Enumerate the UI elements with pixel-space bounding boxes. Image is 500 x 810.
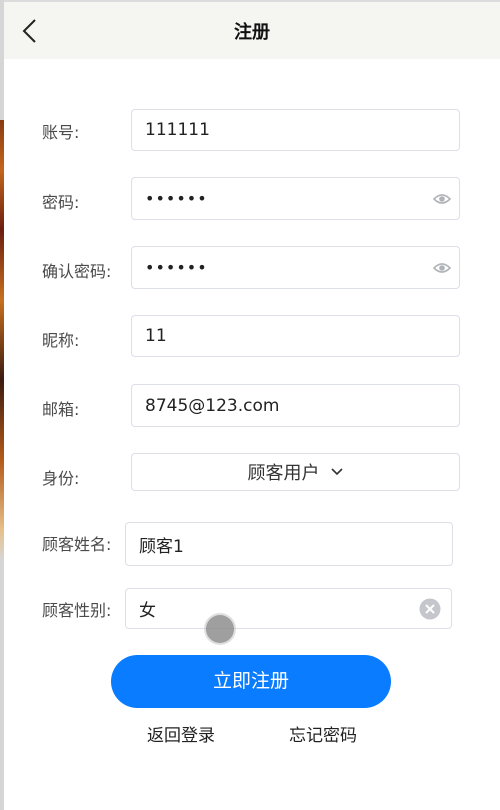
nav-bar: 注册 bbox=[4, 2, 500, 59]
account-field[interactable]: 111111 bbox=[131, 109, 460, 151]
password-field[interactable]: •••••• bbox=[131, 177, 460, 220]
forgot-password-link[interactable]: 忘记密码 bbox=[289, 721, 357, 746]
customer-name-label: 顾客姓名: bbox=[42, 535, 112, 554]
account-label: 账号: bbox=[42, 123, 80, 142]
nickname-field[interactable]: 11 bbox=[131, 315, 460, 357]
background-image-strip bbox=[0, 0, 4, 810]
clear-icon[interactable] bbox=[419, 598, 441, 620]
register-button[interactable]: 立即注册 bbox=[111, 655, 391, 708]
email-label: 邮箱: bbox=[42, 400, 80, 419]
touch-indicator bbox=[206, 615, 234, 643]
customer-name-field[interactable]: 顾客1 bbox=[125, 522, 453, 566]
role-value: 顾客用户 bbox=[247, 463, 320, 484]
chevron-down-icon bbox=[330, 468, 343, 476]
nickname-value: 11 bbox=[145, 326, 167, 346]
confirm-password-label: 确认密码: bbox=[42, 262, 112, 281]
password-label: 密码: bbox=[42, 193, 80, 212]
page-title: 注册 bbox=[234, 22, 270, 43]
confirm-password-field[interactable]: •••••• bbox=[131, 246, 460, 289]
eye-icon[interactable] bbox=[433, 191, 451, 207]
role-select[interactable]: 顾客用户 bbox=[131, 453, 460, 491]
password-value: •••••• bbox=[145, 189, 208, 208]
nickname-label: 昵称: bbox=[42, 331, 80, 350]
confirm-password-value: •••••• bbox=[145, 258, 208, 277]
email-field[interactable]: 8745@123.com bbox=[131, 384, 460, 427]
account-value: 111111 bbox=[145, 120, 210, 140]
customer-gender-field[interactable]: 女 bbox=[125, 588, 452, 629]
back-to-login-link[interactable]: 返回登录 bbox=[147, 721, 215, 746]
customer-name-value: 顾客1 bbox=[139, 536, 184, 557]
role-label: 身份: bbox=[42, 469, 80, 488]
eye-icon[interactable] bbox=[433, 260, 451, 276]
email-value: 8745@123.com bbox=[145, 395, 280, 416]
customer-gender-value: 女 bbox=[139, 601, 156, 621]
customer-gender-label: 顾客性别: bbox=[42, 601, 112, 620]
